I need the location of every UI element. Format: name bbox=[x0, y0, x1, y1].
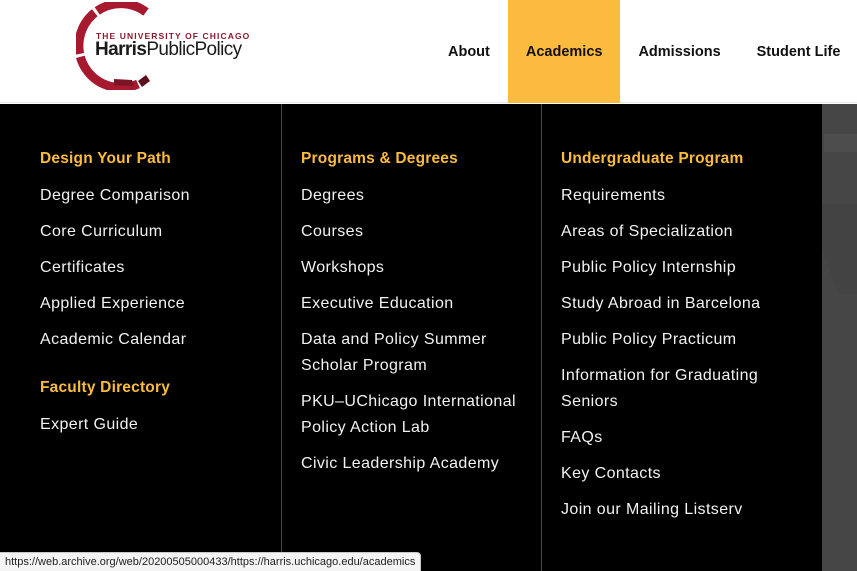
menu-link[interactable]: PKU–UChicago International Policy Action… bbox=[301, 389, 530, 441]
site-header: THE UNIVERSITY OF CHICAGO HarrisPublicPo… bbox=[0, 0, 857, 103]
academics-mega-menu: Design Your Path Degree Comparison Core … bbox=[0, 104, 822, 571]
background-shape bbox=[824, 134, 857, 152]
menu-column-2: Programs & Degrees Degrees Courses Works… bbox=[281, 104, 540, 571]
main-nav: About Academics Admissions Student Life bbox=[430, 0, 857, 103]
logo-school-name: HarrisPublicPolicy bbox=[95, 39, 242, 60]
menu-heading-undergraduate-program[interactable]: Undergraduate Program bbox=[561, 148, 812, 170]
menu-link[interactable]: Information for Graduating Seniors bbox=[561, 363, 812, 415]
browser-status-url: https://web.archive.org/web/202005050004… bbox=[0, 552, 422, 571]
nav-about[interactable]: About bbox=[430, 0, 508, 103]
menu-link[interactable]: Workshops bbox=[301, 255, 530, 281]
menu-link[interactable]: Study Abroad in Barcelona bbox=[561, 291, 812, 317]
menu-column-1: Design Your Path Degree Comparison Core … bbox=[0, 104, 280, 571]
menu-link[interactable]: Public Policy Internship bbox=[561, 255, 812, 281]
menu-link[interactable]: Data and Policy Summer Scholar Program bbox=[301, 327, 530, 379]
menu-link[interactable]: Applied Experience bbox=[40, 291, 270, 317]
menu-link[interactable]: Areas of Specialization bbox=[561, 219, 812, 245]
nav-student-life[interactable]: Student Life bbox=[739, 0, 857, 103]
menu-link[interactable]: Core Curriculum bbox=[40, 219, 270, 245]
menu-link[interactable]: FAQs bbox=[561, 425, 812, 451]
background-shape bbox=[822, 204, 857, 294]
menu-link[interactable]: Requirements bbox=[561, 183, 812, 209]
menu-heading-design-your-path[interactable]: Design Your Path bbox=[40, 148, 270, 170]
menu-link[interactable]: Key Contacts bbox=[561, 461, 812, 487]
menu-link[interactable]: Degree Comparison bbox=[40, 183, 270, 209]
menu-link[interactable]: Academic Calendar bbox=[40, 327, 270, 353]
menu-link[interactable]: Public Policy Practicum bbox=[561, 327, 812, 353]
menu-link[interactable]: Courses bbox=[301, 219, 530, 245]
menu-link[interactable]: Executive Education bbox=[301, 291, 530, 317]
menu-column-3: Undergraduate Program Requirements Areas… bbox=[541, 104, 822, 571]
page-background-image bbox=[822, 104, 857, 571]
menu-link[interactable]: Degrees bbox=[301, 183, 530, 209]
menu-link[interactable]: Join our Mailing Listserv bbox=[561, 497, 812, 523]
menu-link[interactable]: Expert Guide bbox=[40, 412, 270, 438]
menu-link[interactable]: Civic Leadership Academy bbox=[301, 451, 530, 477]
menu-heading-programs-degrees[interactable]: Programs & Degrees bbox=[301, 148, 530, 170]
menu-heading-faculty-directory[interactable]: Faculty Directory bbox=[40, 377, 270, 399]
menu-link[interactable]: Certificates bbox=[40, 255, 270, 281]
nav-admissions[interactable]: Admissions bbox=[620, 0, 738, 103]
harris-logo[interactable]: THE UNIVERSITY OF CHICAGO HarrisPublicPo… bbox=[76, 2, 266, 90]
nav-academics[interactable]: Academics bbox=[507, 0, 621, 103]
